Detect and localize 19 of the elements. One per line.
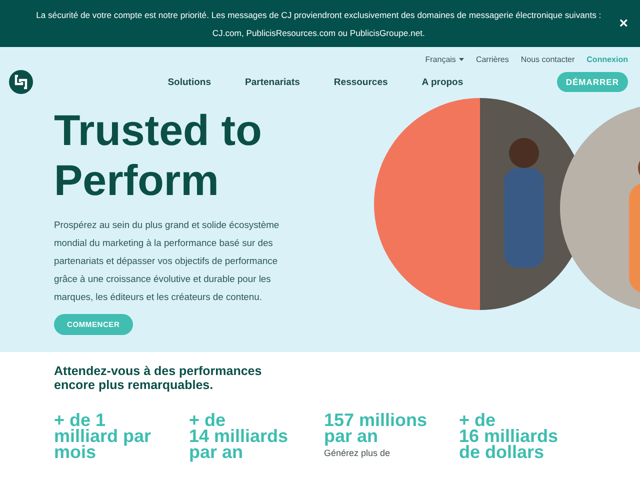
- stat-value: + de 1 milliard par mois: [54, 412, 152, 460]
- hero-title: Trusted to Perform: [54, 106, 263, 206]
- top-link[interactable]: Nous contacter: [520, 54, 575, 64]
- close-button[interactable]: ×: [617, 15, 630, 32]
- top-link[interactable]: Carrières: [476, 54, 509, 64]
- nav-link[interactable]: Solutions: [168, 76, 211, 88]
- stat-value: + de 14 milliards par an: [189, 412, 290, 460]
- notice-text: La sécurité de votre compte est notre priorité. Les messages de CJ proviendront exclusivement des domaines de messagerie électronique suivants : CJ.com, PublicisResources.com ou PublicisGroupe.net.: [35, 8, 602, 40]
- stat-value: 157 millions par an: [324, 412, 428, 444]
- stat-value: + de 16 milliards de dollars: [459, 412, 560, 460]
- nav-link[interactable]: A propos: [422, 76, 464, 88]
- nav-link[interactable]: Partenariats: [245, 76, 300, 88]
- nav-link[interactable]: Ressources: [334, 76, 388, 88]
- language-dropdown[interactable]: Français: [425, 54, 464, 64]
- stat-note: Générez plus de: [324, 448, 392, 458]
- caret-icon: [458, 58, 464, 60]
- hero-description: Prospérez au sein du plus grand et solide écosystème mondial du marketing à la performance basé sur des partenariats et dépasser vos objectifs de performance grâce à une croissance évolutive et durable pour les marques, les éditeurs et les créateurs de contenu.: [54, 218, 280, 304]
- logo-icon[interactable]: [8, 69, 34, 95]
- section-heading: Attendez-vous à des performances encore plus remarquables.: [54, 364, 263, 392]
